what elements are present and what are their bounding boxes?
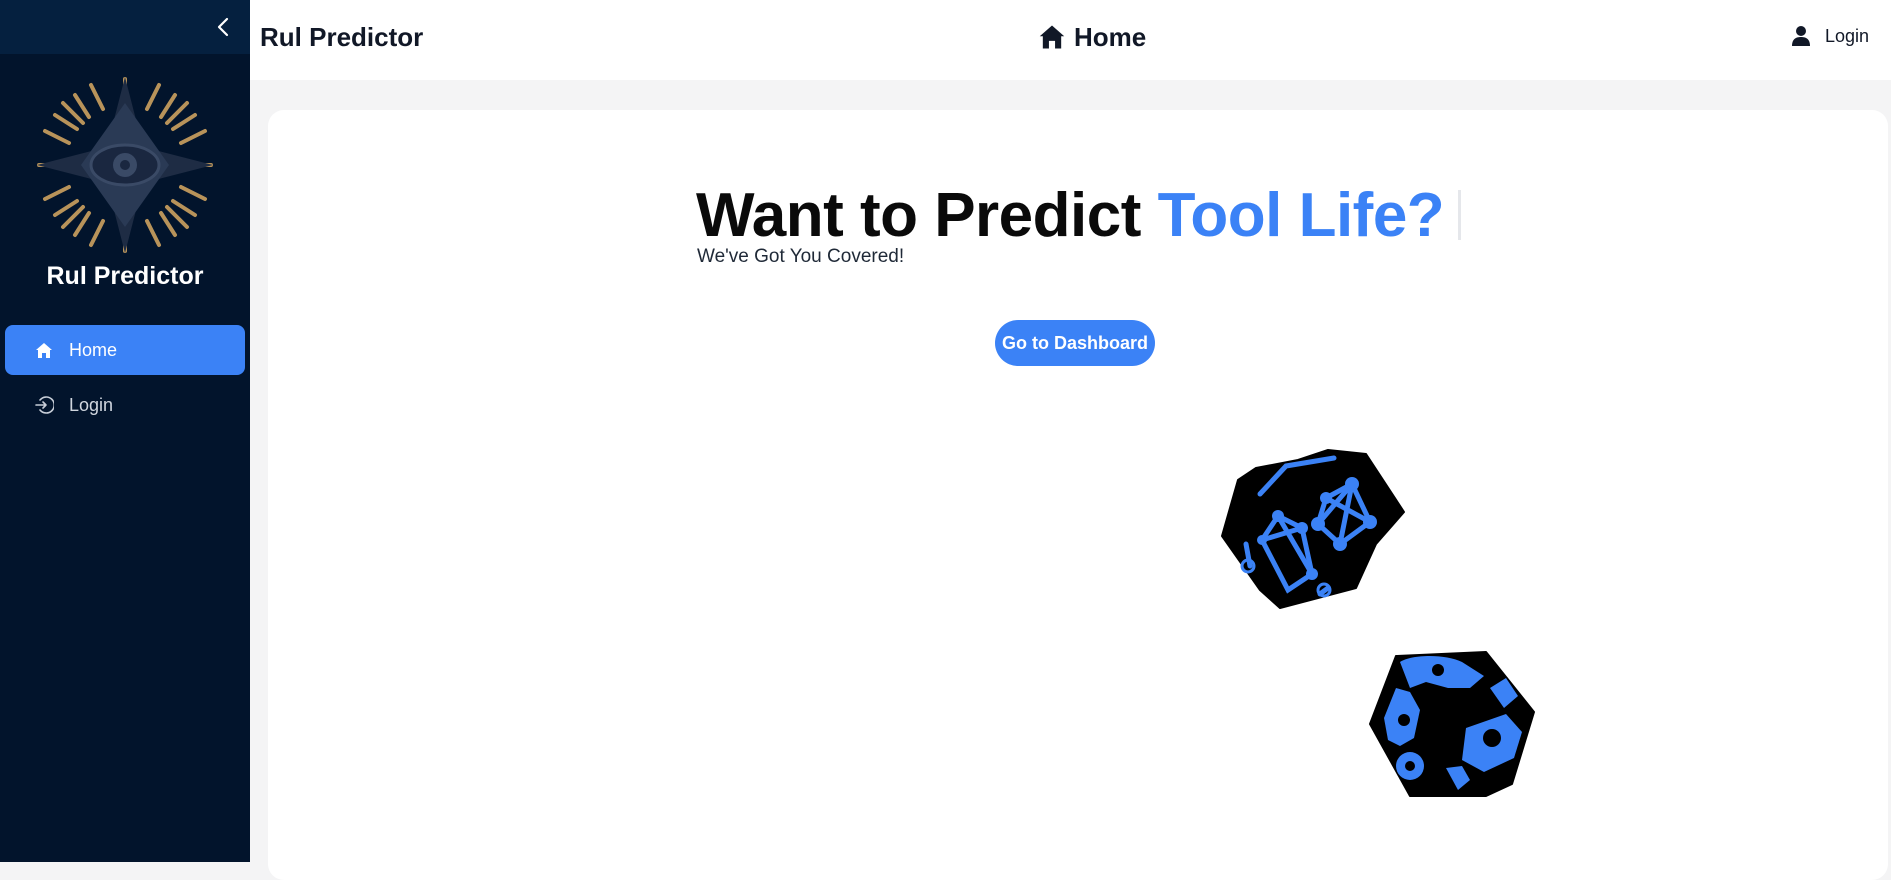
chevron-left-icon — [217, 17, 229, 37]
hero-title: Want to Predict Tool Life? — [696, 180, 1462, 251]
home-icon — [33, 339, 55, 361]
sidebar-app-title: Rul Predictor — [46, 262, 204, 290]
sidebar-item-label: Home — [69, 339, 118, 360]
sidebar-item-label: Login — [69, 394, 114, 415]
hero-title-accent: Tool Life? — [1157, 181, 1445, 250]
network-dice-illustration — [1221, 449, 1405, 609]
sidebar-top-bar — [0, 0, 250, 54]
home-icon — [1038, 24, 1066, 52]
header-login-label: Login — [1824, 25, 1869, 46]
header-login-button[interactable]: Login — [1791, 25, 1869, 47]
header-page-title: Home — [1038, 22, 1146, 53]
user-icon — [1791, 25, 1813, 47]
header-brand: Rul Predictor — [260, 22, 424, 52]
page-title: Home — [1074, 22, 1147, 52]
gears-dice-illustration — [1369, 651, 1535, 797]
hero-title-text: Want to Predict — [696, 181, 1158, 250]
typing-cursor — [1458, 190, 1462, 240]
app-logo — [37, 77, 213, 253]
sidebar-item-home[interactable]: Home — [5, 325, 245, 375]
sidebar: Rul Predictor Home Login — [0, 0, 250, 862]
sidebar-item-login[interactable]: Login — [5, 380, 245, 430]
login-icon — [33, 394, 55, 416]
collapse-sidebar-button[interactable] — [210, 14, 236, 40]
hero-card: Want to Predict Tool Life? We've Got You… — [268, 110, 1888, 880]
go-to-dashboard-button[interactable]: Go to Dashboard — [995, 320, 1155, 366]
hero-subtitle: We've Got You Covered! — [697, 246, 905, 267]
top-header: Rul Predictor Home Login — [250, 0, 1891, 80]
